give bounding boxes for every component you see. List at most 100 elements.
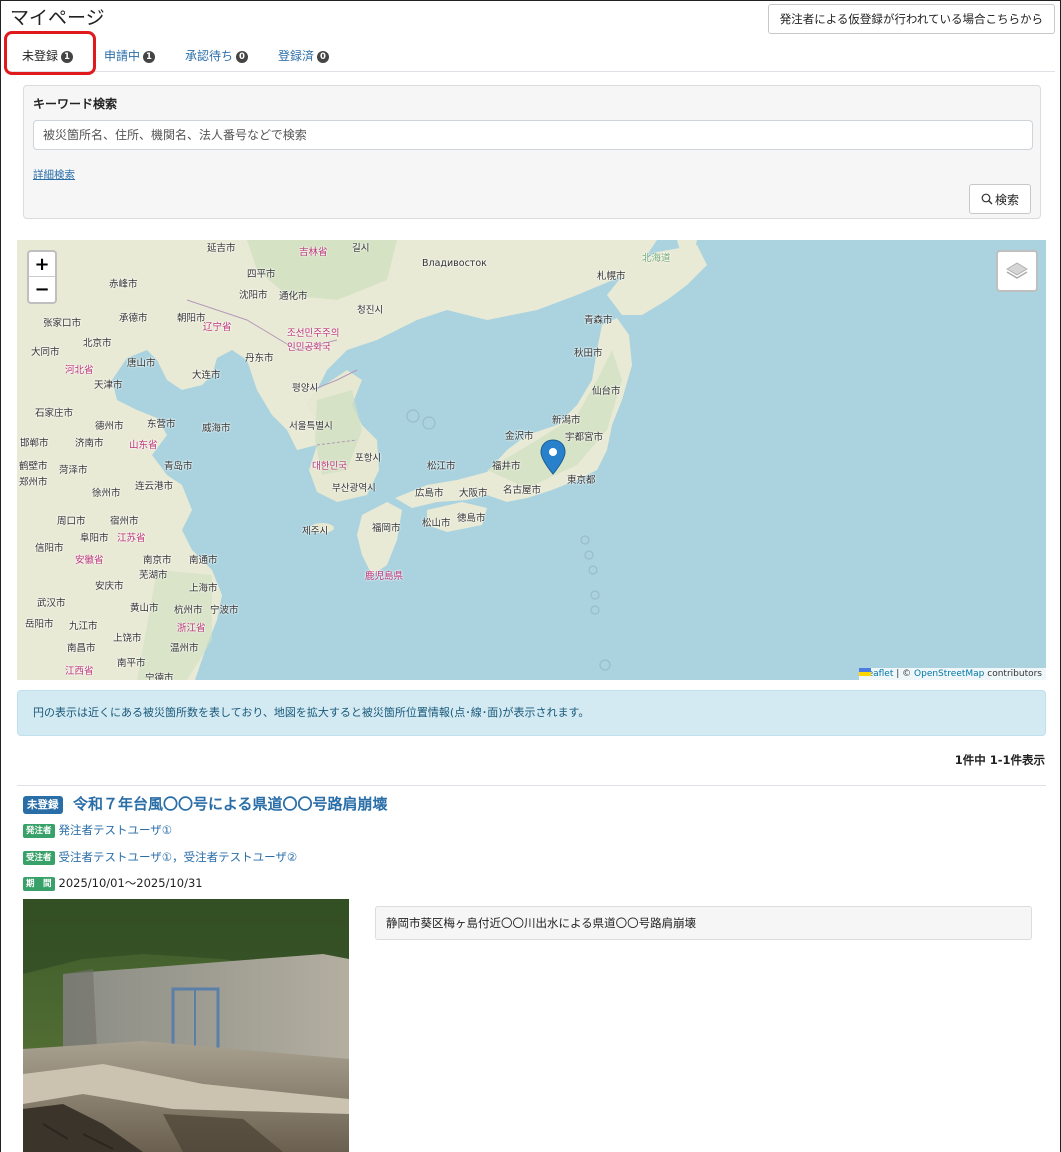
map-place-label: 杭州市 xyxy=(174,605,203,616)
map-place-label: 上海市 xyxy=(189,583,218,594)
map-place-label: 宇都宮市 xyxy=(565,432,604,443)
item-title-link[interactable]: 令和７年台風〇〇号による県道〇〇号路肩崩壊 xyxy=(73,793,388,814)
period-value: 2025/10/01～2025/10/31 xyxy=(58,876,203,890)
keyword-search-panel: キーワード検索 詳細検索 検索 xyxy=(23,85,1041,219)
map-place-label: 江苏省 xyxy=(117,533,146,544)
divider xyxy=(17,785,1046,786)
tab-count-badge: 0 xyxy=(317,51,330,63)
map-place-label: 赤峰市 xyxy=(109,279,138,290)
tab-label: 申請中 xyxy=(104,49,141,63)
page-title: マイページ xyxy=(10,7,105,29)
item-description: 静岡市葵区梅ヶ島付近〇〇川出水による県道〇〇号路肩崩壊 xyxy=(375,906,1032,940)
map-place-label: 포항시 xyxy=(355,453,382,464)
contractor-badge: 受注者 xyxy=(23,851,55,865)
map-place-label: 河北省 xyxy=(65,365,94,376)
map-place-label: 広島市 xyxy=(415,488,444,499)
map-place-label: 连云港市 xyxy=(135,481,174,492)
orderer-badge: 発注者 xyxy=(23,824,55,838)
map-place-label: 서울특별시 xyxy=(289,421,333,432)
map-place-label: 郑州市 xyxy=(19,477,48,488)
map-place-label: 北海道 xyxy=(642,253,671,264)
map-place-label: 길시 xyxy=(352,243,370,254)
period-badge: 期 間 xyxy=(23,877,55,891)
map-place-label: 北京市 xyxy=(83,338,112,349)
contractor-names: 受注者テストユーザ①，受注者テストユーザ② xyxy=(58,850,298,864)
map-place-label: 東京都 xyxy=(567,475,596,486)
map-place-label: 金沢市 xyxy=(505,431,534,442)
map-place-label: 黄山市 xyxy=(130,603,159,614)
period-row: 期 間 2025/10/01～2025/10/31 xyxy=(23,875,203,891)
map-place-label: 德州市 xyxy=(95,421,124,432)
map-place-label: 四平市 xyxy=(247,269,276,280)
map-place-label: 石家庄市 xyxy=(35,408,74,419)
tab-count-badge: 1 xyxy=(61,51,74,63)
tab-applying[interactable]: 申請中 1 xyxy=(104,42,156,70)
map-place-label: 福井市 xyxy=(492,461,521,472)
map-place-label: 大阪市 xyxy=(459,488,488,499)
map-place-label: 丹东市 xyxy=(245,353,274,364)
map-place-label: 沈阳市 xyxy=(239,290,268,301)
damage-photo-image xyxy=(23,899,349,1152)
map-place-label: 信阳市 xyxy=(35,543,64,554)
map-place-label: 武汉市 xyxy=(37,598,66,609)
zoom-in-button[interactable]: + xyxy=(29,252,55,277)
map-place-label: 菏泽市 xyxy=(59,465,88,476)
map-place-label: 朝阳市 xyxy=(177,313,206,324)
map-place-label: 평양시 xyxy=(292,383,319,394)
map-place-label: 南平市 xyxy=(117,658,146,669)
map-place-label: 제주시 xyxy=(302,526,329,537)
map-place-label: 鹿児島県 xyxy=(365,571,404,582)
tab-registered[interactable]: 登録済 0 xyxy=(278,42,330,70)
map-place-label: 名古屋市 xyxy=(503,485,542,496)
map-place-label: 鹤壁市 xyxy=(19,461,48,472)
zoom-out-button[interactable]: − xyxy=(29,277,55,302)
map-place-label: 大同市 xyxy=(31,347,60,358)
map-place-label: 청진시 xyxy=(357,305,384,316)
ukraine-flag-icon xyxy=(858,668,871,676)
provisional-registration-button[interactable]: 発注者による仮登録が行われている場合こちらから xyxy=(767,4,1055,34)
keyword-search-input[interactable] xyxy=(33,120,1033,150)
map-place-label: 仙台市 xyxy=(592,386,621,397)
advanced-search-link[interactable]: 詳細検索 xyxy=(33,167,75,182)
damage-photo[interactable] xyxy=(23,899,349,1152)
layers-button[interactable] xyxy=(996,250,1038,292)
map-info-alert: 円の表示は近くにある被災箇所数を表しており、地図を拡大すると被災箇所位置情報(点… xyxy=(17,690,1046,736)
map-place-label: 辽宁省 xyxy=(203,322,232,333)
map-place-label: 阜阳市 xyxy=(80,533,109,544)
result-count: 1件中 1-1件表示 xyxy=(954,753,1045,767)
tab-unregistered[interactable]: 未登録 1 xyxy=(22,42,74,70)
search-icon xyxy=(981,193,993,204)
tab-label: 登録済 xyxy=(278,49,315,63)
tab-count-badge: 0 xyxy=(236,51,249,63)
map-view[interactable]: 延吉市 길시 Владивосток 札幌市 北海道 青森市 秋田市 仙台市 新… xyxy=(17,240,1046,680)
status-badge: 未登録 xyxy=(23,796,63,814)
map-place-label: 芜湖市 xyxy=(139,570,168,581)
map-place-label: 青岛市 xyxy=(164,461,193,472)
map-place-label: 宁波市 xyxy=(210,605,239,616)
status-tabs: 未登録 1 申請中 1 承認待ち 0 登録済 0 xyxy=(10,36,1055,72)
map-place-label: 吉林省 xyxy=(299,247,328,258)
map-place-label: 徐州市 xyxy=(92,488,121,499)
map-place-label: 安庆市 xyxy=(95,581,124,592)
map-place-label: 天津市 xyxy=(94,380,123,391)
map-place-label: 东营市 xyxy=(147,419,176,430)
map-place-label: 江西省 xyxy=(65,666,94,677)
search-button[interactable]: 検索 xyxy=(969,184,1031,214)
tab-awaiting-approval[interactable]: 承認待ち 0 xyxy=(185,42,249,70)
map-place-label: 上饶市 xyxy=(113,633,142,644)
map-place-label: 山东省 xyxy=(129,440,158,451)
map-place-label: 浙江省 xyxy=(177,623,206,634)
map-place-label: 邯郸市 xyxy=(20,438,49,449)
map-place-label: 南昌市 xyxy=(67,643,96,654)
map-place-label: 岳阳市 xyxy=(25,619,54,630)
map-place-label: 宿州市 xyxy=(110,516,139,527)
orderer-name: 発注者テストユーザ① xyxy=(58,823,173,837)
map-place-label: 札幌市 xyxy=(597,271,626,282)
map-place-label: 青森市 xyxy=(584,315,613,326)
map-place-label: 부산광역시 xyxy=(332,483,376,494)
map-place-label: 温州市 xyxy=(170,643,199,654)
openstreetmap-link[interactable]: OpenStreetMap xyxy=(914,669,984,679)
map-place-label: 대한민국 xyxy=(312,461,347,472)
tab-label: 承認待ち xyxy=(185,49,234,63)
map-place-label: 通化市 xyxy=(279,291,308,302)
